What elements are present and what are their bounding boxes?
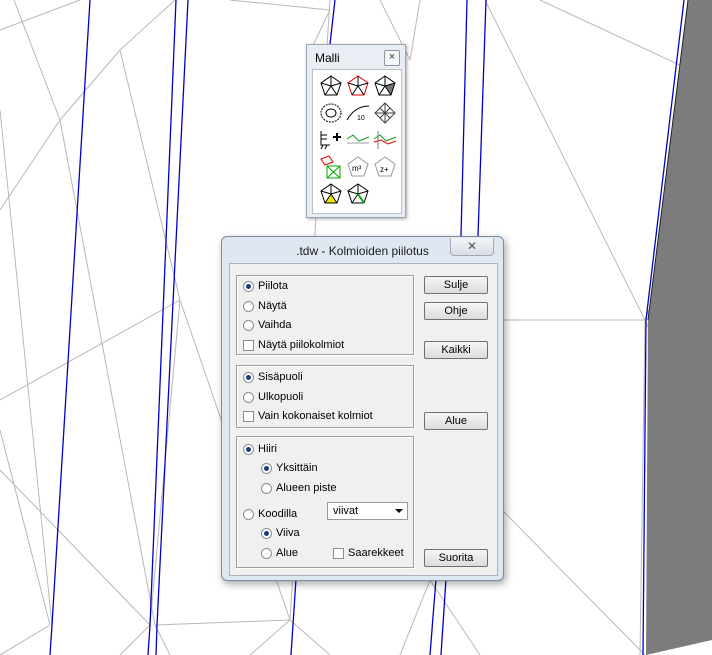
side-group: Sisäpuoli Ulkopuoli Vain kokonaiset kolm… [236,365,414,428]
triangle-yellow-icon[interactable] [318,181,344,207]
triangle-green-icon[interactable] [345,181,371,207]
palette-title: Malli [315,51,340,65]
radio-alueen-piste[interactable]: Alueen piste [261,480,337,496]
radio-ulkopuoli[interactable]: Ulkopuoli [243,389,303,405]
radio-alue[interactable]: Alue [261,545,298,561]
kaikki-button[interactable]: Kaikki [424,341,488,359]
volume-boxes-icon[interactable] [318,154,344,180]
svg-text:m³: m³ [352,164,362,173]
shaded-surface [646,0,712,655]
model-toolbar-palette[interactable]: Malli × 10 m³ z+ [306,44,406,218]
triangle-red-icon[interactable] [345,73,371,99]
palette-tool-grid: 10 m³ z+ [312,69,402,214]
breakline-add-icon[interactable] [318,127,344,153]
hide-triangles-dialog: .tdw - Kolmioiden piilotus ✕ Piilota Näy… [221,236,504,581]
contour-label-icon[interactable]: 10 [345,100,371,126]
ohje-button[interactable]: Ohje [424,302,488,320]
radio-viiva[interactable]: Viiva [261,525,300,541]
svg-text:10: 10 [357,115,365,122]
action-group: Piilota Näytä Vaihda Näytä piilokolmiot [236,275,414,355]
radio-sisapuoli[interactable]: Sisäpuoli [243,369,303,385]
radio-nayta[interactable]: Näytä [243,298,287,314]
triangle-shaded-icon[interactable] [372,73,398,99]
code-select[interactable]: viivat [327,502,408,520]
radio-piilota[interactable]: Piilota [243,278,288,294]
dialog-client-area: Piilota Näytä Vaihda Näytä piilokolmiot … [229,263,498,576]
checkbox-nayta-piilokolmiot[interactable]: Näytä piilokolmiot [243,337,344,353]
svg-text:z+: z+ [380,165,389,174]
grid-mesh-icon[interactable] [372,100,398,126]
radio-hiiri[interactable]: Hiiri [243,441,277,457]
volume-m3-icon[interactable]: m³ [345,154,371,180]
radio-vaihda[interactable]: Vaihda [243,317,291,333]
triangle-model-icon[interactable] [318,73,344,99]
elevation-z-icon[interactable]: z+ [372,154,398,180]
checkbox-vain-kokonaiset[interactable]: Vain kokonaiset kolmiot [243,408,373,424]
close-icon[interactable]: × [384,50,400,66]
contour-icon[interactable] [318,100,344,126]
sulje-button[interactable]: Sulje [424,276,488,294]
chevron-down-icon [395,509,403,513]
profile-green-icon[interactable] [345,127,371,153]
close-icon[interactable]: ✕ [450,238,494,256]
checkbox-saarekkeet[interactable]: Saarekkeet [333,545,404,561]
alue-button[interactable]: Alue [424,412,488,430]
profile-red-icon[interactable] [372,127,398,153]
suorita-button[interactable]: Suorita [424,549,488,567]
radio-koodilla[interactable]: Koodilla [243,506,297,522]
radio-yksittain[interactable]: Yksittäin [261,460,318,476]
